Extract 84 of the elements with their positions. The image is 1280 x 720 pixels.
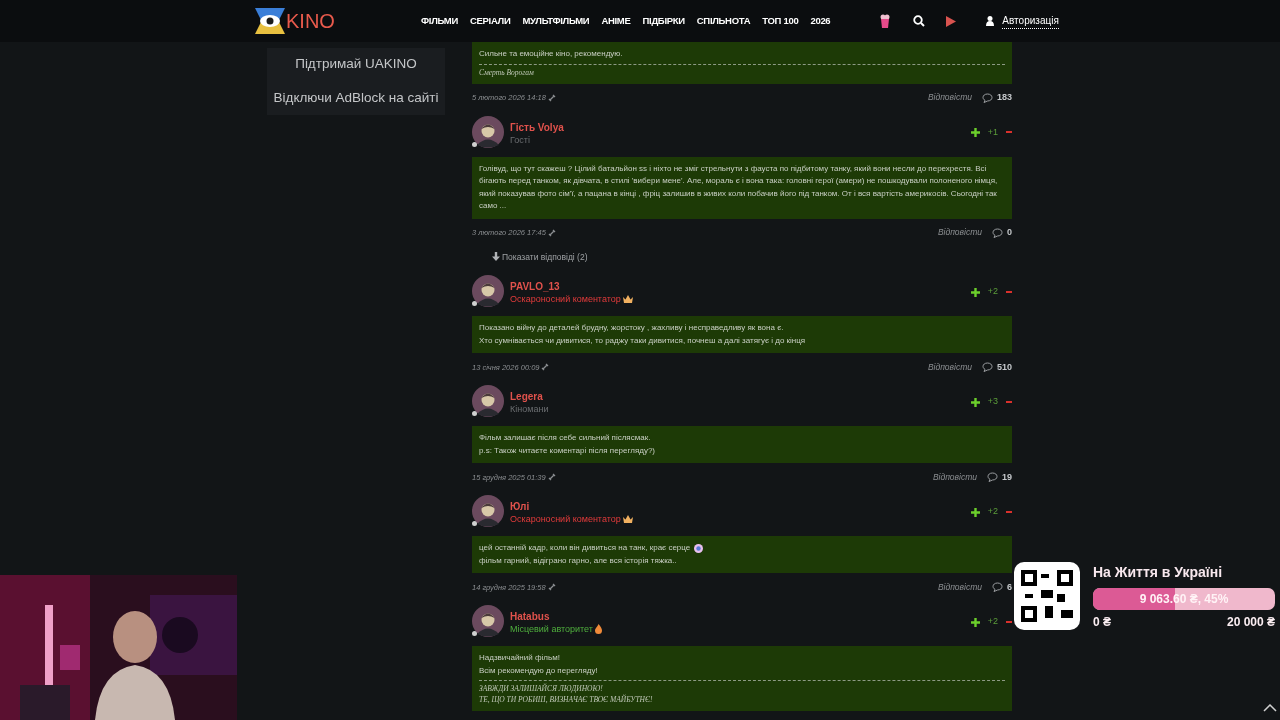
user-name[interactable]: Юлі bbox=[510, 501, 633, 514]
nav-link[interactable]: 2026 bbox=[810, 13, 831, 29]
comment-text: Всім рекомендую до перегляду! bbox=[479, 664, 598, 677]
user-icon[interactable] bbox=[986, 16, 995, 26]
crown-icon bbox=[622, 515, 633, 524]
nav-link[interactable]: АНІМЕ bbox=[601, 13, 631, 29]
reply-count: 510 bbox=[996, 360, 1012, 374]
vote-score: +1 bbox=[987, 125, 998, 139]
emoji-icon bbox=[694, 544, 704, 553]
user-name[interactable]: Hatabus bbox=[510, 611, 602, 624]
scroll-top-icon[interactable] bbox=[1263, 704, 1277, 712]
nav-link[interactable]: ПІДБІРКИ bbox=[642, 13, 685, 29]
qr-code bbox=[1014, 562, 1080, 630]
user-rank: Місцевий авторитет bbox=[510, 623, 593, 636]
comment-text: p.s: Також читаєте коментарі після перегляду?) bbox=[479, 444, 656, 457]
plus-icon[interactable] bbox=[970, 617, 980, 627]
reply-count: 19 bbox=[1002, 470, 1012, 484]
avatar bbox=[472, 385, 504, 418]
arrow-down-icon bbox=[492, 252, 500, 262]
avatar bbox=[472, 115, 504, 148]
nav-link[interactable]: ФІЛЬМИ bbox=[421, 13, 458, 29]
reply-link[interactable]: Відповісти bbox=[927, 360, 972, 374]
avatar bbox=[472, 495, 504, 528]
avatar bbox=[472, 605, 504, 638]
user-rank: Оскароносний коментатор bbox=[510, 293, 621, 306]
user-rank: Гості bbox=[510, 133, 530, 146]
reply-count: 183 bbox=[996, 90, 1012, 104]
comment-text: Фільм залишає після себе сильний післясмак. bbox=[479, 432, 651, 445]
plus-icon[interactable] bbox=[970, 397, 980, 407]
logo-text[interactable]: KINO bbox=[286, 6, 335, 36]
comment-text: Хто сумнівається чи дивитися, то раджу таки дивитися, почнеш а далі затягує і до кінця bbox=[479, 334, 806, 347]
vote-score: +2 bbox=[987, 285, 998, 299]
link-icon[interactable] bbox=[547, 583, 556, 592]
flame-icon bbox=[594, 624, 602, 635]
plus-icon[interactable] bbox=[970, 287, 980, 297]
crown-icon bbox=[622, 295, 633, 304]
comment-icon bbox=[981, 92, 993, 103]
user-name[interactable]: Гість Volya bbox=[510, 121, 564, 134]
nav-link[interactable]: МУЛЬТФІЛЬМИ bbox=[522, 13, 590, 29]
comment-text: Голівуд, що тут скажеш ? Цілий батальйон ss і ніхто не зміг стрельнути з фауста по підбитому танку, який вони несли до перехрестя. Всі бігають перед танком, як дівчата, в стилі 'вибери мене'. Але, мораль є і вона така: головні герої (амери) не пошкодували полоненого німця, який показував фото сім'ї, а пацана в кінці , фріц залишив в живих коли побачив його під танком. От і вся вартість америкосів. Сьогодні так само ... bbox=[479, 162, 999, 212]
search-icon[interactable] bbox=[913, 15, 926, 27]
plus-icon[interactable] bbox=[970, 127, 980, 137]
goal-min: 0 ₴ bbox=[1093, 613, 1111, 631]
sidebar-link[interactable]: Відключи AdBlock на сайті bbox=[273, 88, 439, 109]
comment-icon bbox=[981, 362, 993, 373]
comment-text: Показано війну до деталей брудну, жорстоку , жахливу і несправедливу як вона є. bbox=[479, 322, 784, 335]
donation-title: На Життя в Україні bbox=[1093, 562, 1224, 582]
reply-link[interactable]: Відповісти bbox=[927, 91, 972, 104]
nav-link[interactable]: ТОП 100 bbox=[762, 13, 799, 29]
vote-score: +2 bbox=[987, 615, 998, 629]
reply-count: 6 bbox=[1007, 580, 1012, 594]
show-replies-button[interactable]: Показати відповіді (2) bbox=[492, 250, 588, 264]
nav-link[interactable]: СЕРІАЛИ bbox=[469, 13, 511, 29]
minus-icon[interactable] bbox=[1006, 131, 1012, 134]
comment-text: Сильне та емоційне кіно, рекомендую. bbox=[479, 48, 623, 60]
link-icon[interactable] bbox=[547, 228, 556, 237]
reply-link[interactable]: Відповісти bbox=[937, 580, 982, 594]
link-icon[interactable] bbox=[541, 363, 550, 372]
link-icon[interactable] bbox=[547, 473, 556, 482]
comment-icon bbox=[987, 472, 998, 483]
user-rank: Оскароносний коментатор bbox=[510, 513, 621, 526]
avatar bbox=[472, 275, 504, 308]
vote-score: +2 bbox=[987, 505, 998, 519]
reply-link[interactable]: Відповісти bbox=[937, 226, 982, 239]
goal-max: 20 000 ₴ bbox=[1226, 613, 1275, 631]
nav-link[interactable]: СПІЛЬНОТА bbox=[696, 13, 751, 29]
comment-text: цей останній кадр, коли він дивиться на танк, крає серце bbox=[479, 542, 691, 555]
popcorn-icon[interactable] bbox=[880, 14, 891, 28]
vote-score: +3 bbox=[987, 395, 998, 409]
plus-icon[interactable] bbox=[970, 507, 980, 517]
reply-count: 0 bbox=[1007, 225, 1012, 239]
play-icon[interactable] bbox=[946, 15, 957, 27]
user-rank: Кіномани bbox=[510, 403, 549, 416]
logo-icon[interactable] bbox=[255, 8, 285, 34]
login-link[interactable]: Авторизація bbox=[1002, 13, 1059, 29]
comment-text: фільм гарний, відіграно гарно, але вся історія тяжка.. bbox=[479, 554, 677, 567]
comment-text: Надзвичайний фільм! bbox=[479, 652, 560, 665]
user-name[interactable]: PAVLO_13 bbox=[510, 281, 633, 294]
comment-icon bbox=[992, 582, 1003, 593]
sidebar-link[interactable]: Підтримай UAKINO bbox=[295, 54, 417, 75]
link-icon[interactable] bbox=[547, 93, 556, 102]
reply-link[interactable]: Відповісти bbox=[932, 470, 977, 484]
comment-icon bbox=[992, 227, 1003, 238]
user-name[interactable]: Legera bbox=[510, 391, 549, 404]
